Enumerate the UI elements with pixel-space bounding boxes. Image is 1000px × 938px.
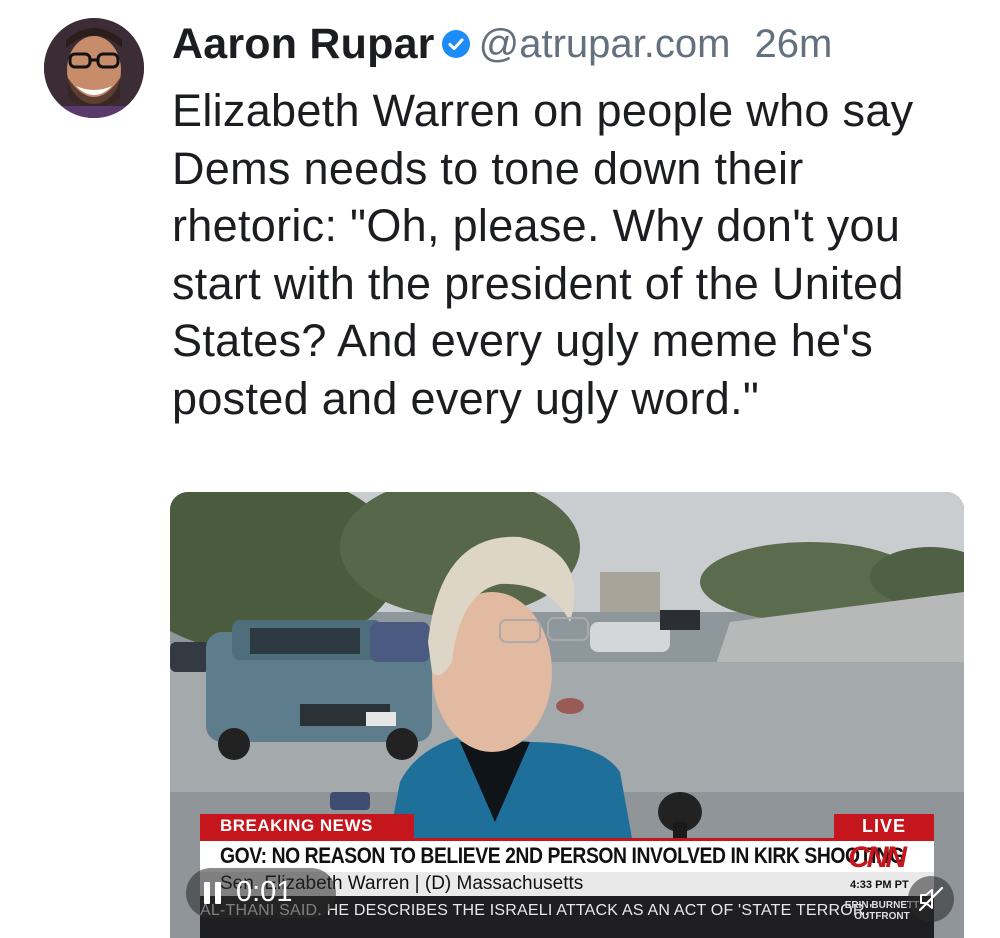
breaking-news-label: BREAKING NEWS: [200, 814, 414, 838]
video-player[interactable]: BREAKING NEWS LIVE GOV: NO REASON TO BEL…: [170, 492, 964, 938]
post-timestamp[interactable]: 26m: [754, 22, 832, 67]
network-logo: CNN: [848, 841, 907, 874]
broadcast-clock: 4:33 PM PT: [850, 879, 909, 891]
chyron-headline: GOV: NO REASON TO BELIEVE 2ND PERSON INV…: [220, 843, 905, 868]
playback-controls: 0:01: [186, 868, 336, 918]
post-text: Elizabeth Warren on people who say Dems …: [172, 85, 914, 424]
post-header: Aaron Rupar @atrupar.com 26m: [172, 16, 832, 72]
pause-icon[interactable]: [204, 882, 222, 904]
mute-button[interactable]: [908, 876, 954, 922]
author-name[interactable]: Aaron Rupar: [172, 20, 435, 69]
avatar[interactable]: [44, 18, 144, 118]
video-timecode: 0:01: [236, 876, 293, 908]
verified-badge-icon: [441, 30, 470, 58]
speaker-muted-icon: [918, 886, 944, 912]
live-label: LIVE: [834, 814, 934, 838]
avatar-photo: [44, 18, 144, 118]
author-handle[interactable]: @atrupar.com: [479, 22, 731, 67]
